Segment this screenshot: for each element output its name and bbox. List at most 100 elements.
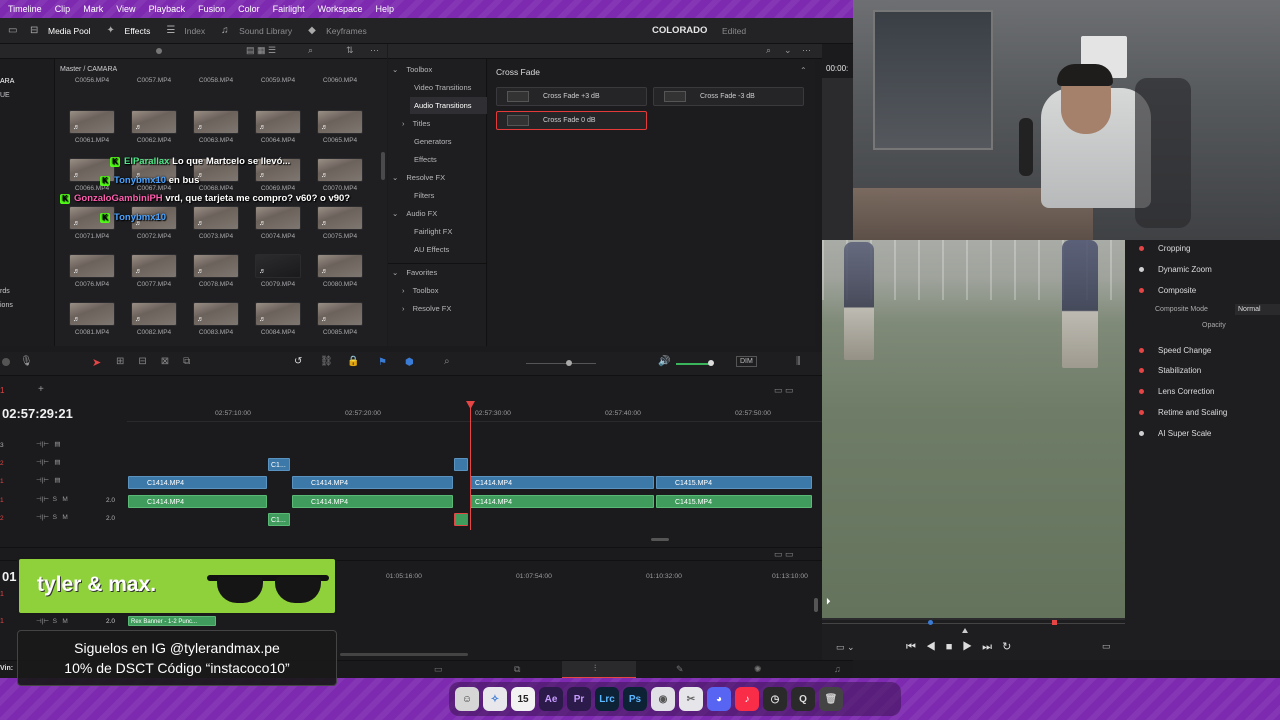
inspector-item[interactable]: Composite bbox=[1139, 286, 1196, 295]
clip-thumbnail[interactable]: ♬ bbox=[255, 254, 301, 278]
inspector-item[interactable]: Stabilization bbox=[1139, 366, 1201, 375]
track-controls-icons[interactable]: ⊣|⊢ S M bbox=[36, 617, 68, 625]
clip-thumbnail[interactable]: ♬ bbox=[193, 110, 239, 134]
clip-thumbnail[interactable]: ♬ bbox=[193, 302, 239, 326]
sort-icon[interactable]: ⇅ bbox=[346, 45, 354, 56]
inspector-item[interactable]: AI Super Scale bbox=[1139, 429, 1211, 438]
timeline-clip[interactable]: C1414.MP4 bbox=[292, 476, 453, 489]
selection-pointer-icon[interactable]: ➤ bbox=[92, 356, 101, 369]
scrubber-track[interactable] bbox=[822, 623, 1125, 624]
clip-thumbnail[interactable]: ♬ bbox=[69, 302, 115, 326]
menu-workspace[interactable]: Workspace bbox=[318, 4, 363, 14]
toolbox-item[interactable]: AU Effects bbox=[414, 245, 449, 254]
track-header-v3[interactable]: 3 ⊣|⊢ ▤ bbox=[0, 440, 126, 456]
page-fairlight-icon[interactable]: ♫ bbox=[834, 664, 841, 674]
resolve-app-icon[interactable]: ◉ bbox=[651, 687, 675, 711]
menu-mark[interactable]: Mark bbox=[83, 4, 103, 14]
toolbox-item[interactable]: ⌄ Toolbox bbox=[392, 65, 432, 74]
clip-thumbnail[interactable]: ♬ bbox=[317, 302, 363, 326]
favorites-item[interactable]: › Toolbox bbox=[402, 286, 438, 295]
inspector-item[interactable]: Speed Change bbox=[1139, 346, 1211, 355]
inspector-item[interactable]: Cropping bbox=[1139, 244, 1190, 253]
volume-icon[interactable]: 🔊 bbox=[658, 356, 670, 367]
toolbox-item[interactable]: ⌄ Audio FX bbox=[392, 209, 437, 218]
playhead[interactable] bbox=[470, 402, 471, 530]
clip-thumbnail[interactable]: ♬ bbox=[69, 254, 115, 278]
microphone-icon[interactable]: 🎙 bbox=[20, 356, 33, 367]
tab-effects[interactable]: ✦ Effects bbox=[99, 18, 159, 43]
meter-icon[interactable]: ⫼ bbox=[796, 356, 801, 367]
discord-app-icon[interactable]: ◕ bbox=[707, 687, 731, 711]
edit-tools-icons[interactable]: ⊞⊟⊠⧉ bbox=[116, 356, 204, 367]
play-overlay-icon[interactable]: ⏵ bbox=[826, 596, 831, 607]
favorites-item[interactable]: › Resolve FX bbox=[402, 304, 451, 313]
tab-index[interactable]: ☰ Index bbox=[158, 18, 213, 43]
flag-icon[interactable]: ⚑ bbox=[378, 357, 387, 368]
add-timeline-icon[interactable]: + bbox=[38, 384, 44, 395]
safari-app-icon[interactable]: ✧ bbox=[483, 687, 507, 711]
menu-clip[interactable]: Clip bbox=[55, 4, 71, 14]
activity-app-icon[interactable]: ◷ bbox=[763, 687, 787, 711]
timeline-view-icons[interactable]: ▭ ▭ bbox=[774, 385, 794, 396]
clip-thumbnail[interactable]: ♬ bbox=[131, 110, 177, 134]
clip-thumbnail[interactable]: ♬ bbox=[131, 302, 177, 326]
search-icon[interactable]: ⌕ bbox=[766, 45, 771, 56]
clip-thumbnail[interactable]: ♬ bbox=[69, 110, 115, 134]
menu-view[interactable]: View bbox=[116, 4, 135, 14]
zoom-slider-handle[interactable] bbox=[156, 48, 162, 54]
track-header-v2[interactable]: 2 ⊣|⊢ ▤ bbox=[0, 458, 126, 474]
tab-sound-library[interactable]: ♫ Sound Library bbox=[213, 18, 300, 43]
lock-icon[interactable]: 🔒 bbox=[347, 356, 359, 367]
viewer-video-frame[interactable] bbox=[822, 240, 1125, 618]
track-header-v1[interactable]: 1 ⊣|⊢ ▤ bbox=[0, 476, 126, 492]
in-marker-icon[interactable] bbox=[928, 620, 933, 625]
toolbox-item[interactable]: Generators bbox=[414, 137, 452, 146]
clip-thumbnail[interactable]: ♬ bbox=[317, 158, 363, 182]
favorites-header[interactable]: ⌄ Favorites bbox=[392, 268, 437, 277]
page-media-icon[interactable]: ▭ bbox=[434, 664, 443, 675]
composite-mode-select[interactable]: Normal bbox=[1235, 304, 1280, 315]
trash-icon[interactable]: 🗑 bbox=[819, 687, 843, 711]
collapse-icon[interactable]: ⌃ bbox=[800, 66, 807, 75]
toolbox-item[interactable]: Fairlight FX bbox=[414, 227, 452, 236]
clip-thumbnail[interactable]: ♬ bbox=[131, 254, 177, 278]
snapping-icon[interactable]: ↺ bbox=[294, 356, 302, 367]
timeline-clip[interactable] bbox=[454, 458, 468, 471]
record-dot-icon[interactable] bbox=[2, 358, 10, 366]
bin-item[interactable]: UE bbox=[0, 92, 10, 99]
effect-item-selected[interactable]: Cross Fade 0 dB bbox=[496, 111, 647, 130]
finder-app-icon[interactable]: ☺ bbox=[455, 687, 479, 711]
toolbox-item[interactable]: › Titles bbox=[402, 119, 430, 128]
inspector-item[interactable]: Dynamic Zoom bbox=[1139, 265, 1212, 274]
timeline-view-icons[interactable]: ▭ ▭ bbox=[774, 549, 794, 560]
track-controls-icons[interactable]: ⊣|⊢ S M bbox=[36, 513, 68, 521]
page-fusion-icon[interactable]: ✎ bbox=[676, 664, 684, 675]
clip-thumbnail[interactable]: ♬ bbox=[255, 110, 301, 134]
volume-slider-handle[interactable] bbox=[708, 360, 714, 366]
page-cut-icon[interactable]: ⧉ bbox=[514, 664, 520, 675]
after-effects-app-icon[interactable]: Ae bbox=[539, 687, 563, 711]
clip-thumbnail[interactable]: ♬ bbox=[255, 302, 301, 326]
chevron-down-icon[interactable]: ⌄ bbox=[784, 45, 792, 56]
timeline-clip[interactable]: C1414.MP4 bbox=[470, 476, 654, 489]
horizontal-scrollbar[interactable] bbox=[340, 653, 468, 656]
timeline-audio-clip[interactable]: C1415.MP4 bbox=[656, 495, 812, 508]
clip-thumbnail[interactable]: ♬ bbox=[193, 254, 239, 278]
inspector-item[interactable]: Lens Correction bbox=[1139, 387, 1214, 396]
tab-media-pool[interactable]: ⊟ Media Pool bbox=[22, 18, 99, 43]
marker-icon[interactable]: ⬢ bbox=[405, 357, 414, 368]
timeline-tab-indicator[interactable]: 1 bbox=[0, 386, 4, 395]
page-edit-tab[interactable]: ⫶ bbox=[562, 661, 636, 679]
toolbox-item[interactable]: Effects bbox=[414, 155, 437, 164]
clip-thumbnail[interactable]: ♬ bbox=[317, 110, 363, 134]
menu-fairlight[interactable]: Fairlight bbox=[273, 4, 305, 14]
viewer-options-icon[interactable]: ▭ ⌄ bbox=[836, 642, 855, 653]
toolbox-item[interactable]: Filters bbox=[414, 191, 434, 200]
calendar-app-icon[interactable]: 15 bbox=[511, 687, 535, 711]
photoshop-app-icon[interactable]: Ps bbox=[623, 687, 647, 711]
zoom-slider-track[interactable] bbox=[526, 363, 596, 364]
bin-item[interactable]: ARA bbox=[0, 78, 14, 85]
lightroom-app-icon[interactable]: Lrc bbox=[595, 687, 619, 711]
timeline-clip[interactable]: C1... bbox=[268, 458, 290, 471]
playback-buttons[interactable]: ⏮◀■▶⏭↻ bbox=[906, 640, 1021, 654]
